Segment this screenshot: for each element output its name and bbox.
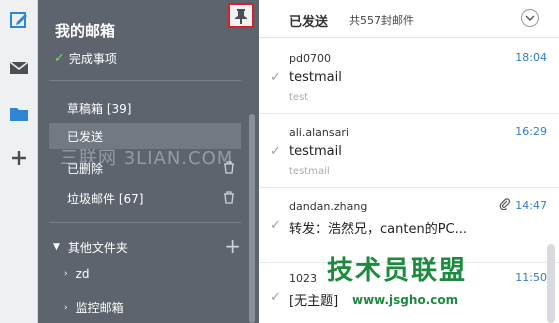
sidebar-scrollbar[interactable] (249, 114, 255, 323)
mail-sender: dandan.zhang (289, 200, 368, 213)
add-folder-icon[interactable]: + (224, 236, 241, 256)
folder-button[interactable] (0, 94, 38, 134)
icon-rail (0, 0, 38, 323)
compose-button[interactable] (0, 0, 38, 40)
subfolder-label: zd (75, 267, 90, 281)
chevron-down-icon: ▼ (53, 242, 60, 252)
sidebar: 我的邮箱 ✓ 完成事项 草稿箱 [39] 已发送 已删除 垃圾邮件 [67] ▼… (38, 0, 259, 323)
pin-button[interactable] (228, 3, 254, 28)
mail-time: 18:04 (515, 51, 547, 64)
mail-sender: ali.alansari (289, 126, 349, 139)
divider (49, 222, 241, 223)
mail-time: 11:50 (515, 271, 547, 284)
mail-subject: testmail (289, 70, 342, 85)
mail-list-item[interactable]: pd0700 18:04 ✓ testmail test (259, 39, 559, 114)
mail-count: 共557封邮件 (349, 14, 414, 27)
sent-check-icon: ✓ (270, 70, 281, 85)
mail-list-header: 已发送 共557封邮件 (259, 0, 559, 38)
watermark-url: www.jsgho.com (352, 293, 459, 307)
divider (49, 80, 241, 81)
mail-list-item[interactable]: ali.alansari 16:29 ✓ testmail testmail (259, 113, 559, 188)
sent-check-icon: ✓ (270, 290, 281, 305)
watermark-logo: 技术员联盟 (327, 256, 468, 286)
pin-icon (235, 8, 247, 24)
sent-check-icon: ✓ (270, 218, 281, 233)
sidebar-subfolder-monitor[interactable]: › 监控邮箱 (64, 299, 124, 316)
other-folders-toggle[interactable]: ▼ 其他文件夹 + (53, 236, 241, 258)
trash-icon[interactable] (223, 161, 235, 174)
mail-subject: 转发：浩然兄，canten的PC... (289, 222, 468, 237)
sidebar-item-sent[interactable]: 已发送 (49, 123, 241, 149)
sidebar-item-drafts[interactable]: 草稿箱 [39] (49, 95, 241, 121)
add-icon (12, 151, 26, 165)
mail-time: 16:29 (515, 125, 547, 138)
mail-list-scrollbar[interactable] (547, 244, 555, 323)
chevron-right-icon: › (64, 269, 68, 279)
compose-icon (10, 12, 27, 28)
mail-time: 14:47 (515, 199, 547, 212)
sidebar-item-todo[interactable]: ✓ 完成事项 (54, 50, 117, 67)
attachment-icon (499, 198, 511, 210)
mail-app: 我的邮箱 ✓ 完成事项 草稿箱 [39] 已发送 已删除 垃圾邮件 [67] ▼… (0, 0, 559, 323)
mail-icon (9, 61, 29, 74)
sidebar-subfolder-zd[interactable]: › zd (64, 267, 90, 281)
sidebar-item-label: 垃圾邮件 [67] (67, 191, 144, 206)
sort-dropdown-button[interactable] (521, 9, 539, 27)
sidebar-title: 我的邮箱 (55, 22, 116, 40)
mail-subject: [无主题] (289, 294, 339, 309)
chevron-down-icon (525, 15, 535, 21)
sidebar-item-label: 草稿箱 [39] (67, 101, 132, 116)
trash-icon[interactable] (223, 191, 235, 204)
sidebar-item-label: 已删除 (67, 161, 104, 176)
sidebar-item-deleted[interactable]: 已删除 (49, 155, 241, 181)
check-icon: ✓ (54, 51, 65, 66)
mail-preview: test (289, 92, 309, 103)
sidebar-item-label: 已发送 (67, 129, 104, 144)
add-button[interactable] (0, 138, 38, 178)
chevron-right-icon: › (64, 302, 68, 313)
subfolder-label: 监控邮箱 (75, 301, 124, 315)
mail-subject: testmail (289, 144, 342, 159)
todo-label: 完成事项 (68, 52, 117, 66)
mail-preview: testmail (289, 166, 330, 177)
mail-button[interactable] (0, 48, 38, 88)
mail-sender: pd0700 (289, 52, 331, 65)
sent-check-icon: ✓ (270, 144, 281, 159)
folder-icon (10, 108, 28, 121)
other-folders-label: 其他文件夹 (67, 240, 128, 255)
sidebar-item-spam[interactable]: 垃圾邮件 [67] (49, 185, 241, 211)
folder-title: 已发送 (289, 15, 329, 30)
mail-sender: 1023 (289, 272, 317, 285)
